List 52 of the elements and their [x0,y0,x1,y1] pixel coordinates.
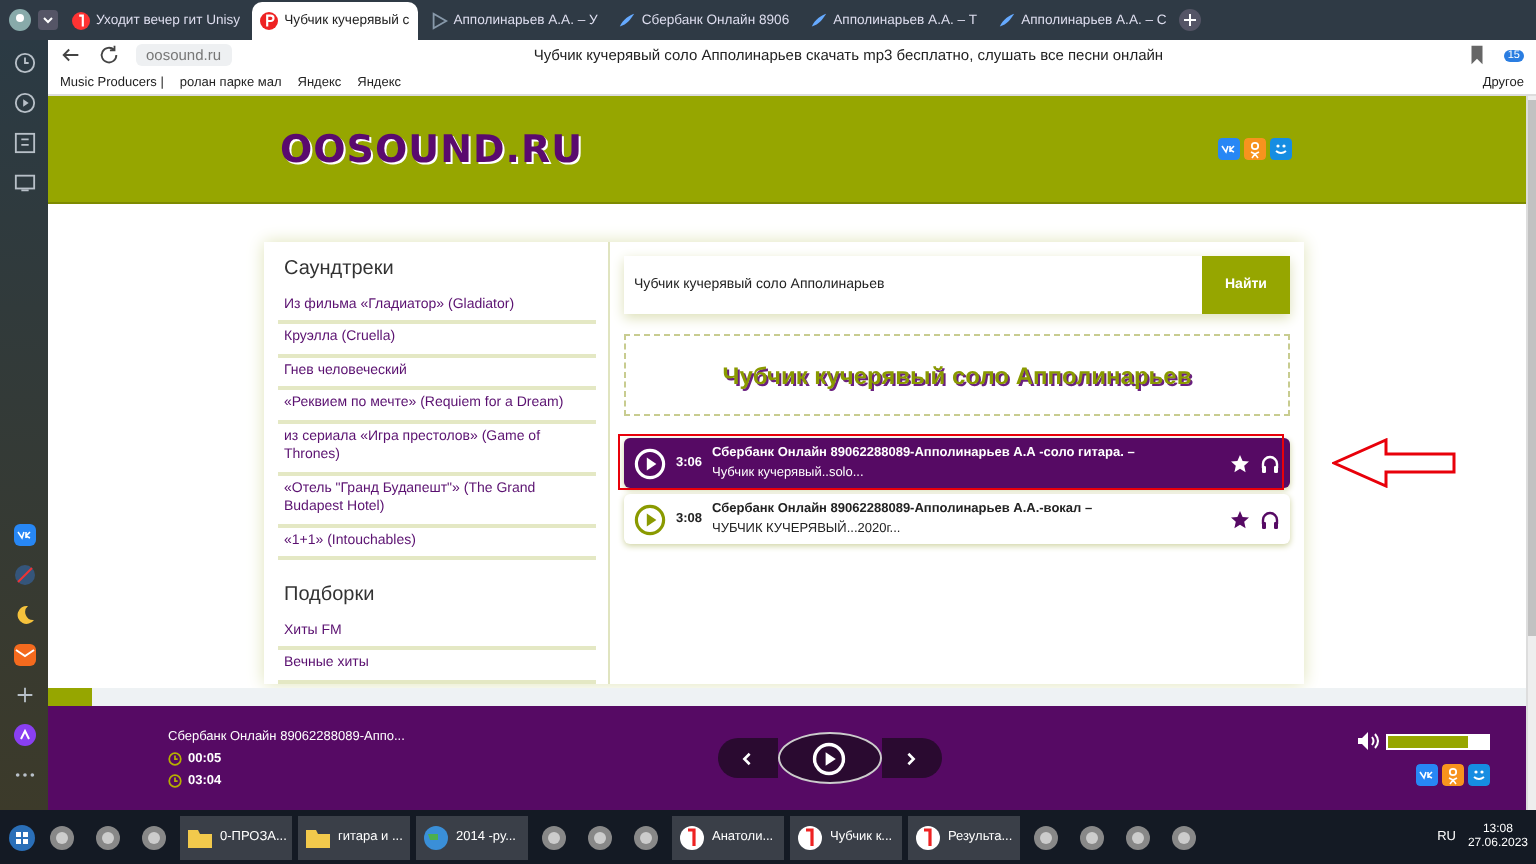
play-icon [812,741,846,775]
play-icon[interactable] [13,92,35,114]
yandex-browser-icon [914,823,942,851]
results-heading: Чубчик кучерявый соло Апполинарьев [722,361,1192,389]
start-button-icon[interactable] [8,823,36,851]
odnoklassniki-icon[interactable] [1442,764,1464,786]
headphones-icon[interactable] [1260,453,1280,473]
section-heading: Подборки [284,583,377,606]
star-icon[interactable] [1230,509,1250,529]
play-icon [429,11,448,29]
chevron-left-icon [740,751,754,765]
section-heading: Саундтреки [284,258,396,280]
profile-icon[interactable] [8,8,32,32]
site-favicon-icon [260,12,279,30]
app-icon [94,823,122,851]
next-button[interactable] [881,738,941,778]
calendar-icon[interactable] [13,132,35,154]
yandex-icon [72,11,90,29]
app-icon [1032,823,1060,851]
clock-icon [168,773,182,787]
app-icon [140,823,168,851]
clock-icon [168,751,182,765]
tabs-menu-icon[interactable] [36,8,60,32]
assistant-icon[interactable] [13,724,35,746]
app-icon [632,823,660,851]
new-tab-icon[interactable] [1178,8,1203,32]
pointer-arrow [1332,438,1456,488]
globe-icon [422,823,450,851]
screen-icon[interactable] [13,172,35,194]
app-icon [586,823,614,851]
vk-icon[interactable] [13,524,35,546]
mail-ru-icon[interactable] [1468,764,1490,786]
speaker-icon[interactable] [1356,730,1380,752]
yandex-browser-icon [678,823,706,851]
app-icon [1170,823,1198,851]
clock-icon[interactable] [13,52,35,74]
plus-icon[interactable] [13,684,35,706]
reload-icon[interactable] [98,44,120,66]
mail-icon[interactable] [13,644,35,666]
yandex-browser-icon [796,823,824,851]
app-icon [1078,823,1106,851]
app-icon [1124,823,1152,851]
chevron-right-icon [904,751,918,765]
headphones-icon[interactable] [1260,509,1280,529]
app-icon [540,823,568,851]
site-logo[interactable]: OOSOUND.RU [280,127,584,171]
star-icon[interactable] [1230,453,1250,473]
app-icon [48,823,76,851]
back-icon[interactable] [60,44,82,66]
moon-icon[interactable] [13,604,35,626]
vk-icon[interactable] [1416,764,1438,786]
play-button[interactable] [777,732,881,784]
